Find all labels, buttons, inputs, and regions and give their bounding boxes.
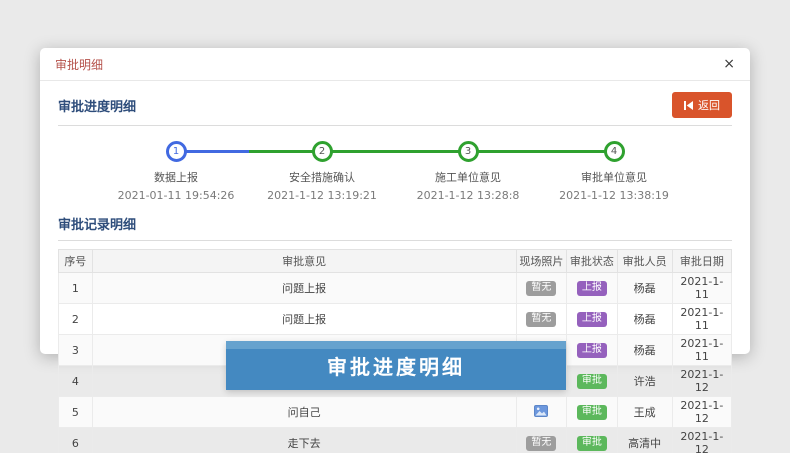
caption-banner-text: 审批进度明细 bbox=[327, 351, 465, 380]
photo-cell: 暂无 bbox=[516, 304, 566, 335]
status-cell: 上报 bbox=[567, 304, 617, 335]
row-number-cell: 2 bbox=[59, 304, 93, 335]
opinion-cell: 问题上报 bbox=[92, 304, 516, 335]
photo-none-badge: 暂无 bbox=[526, 281, 556, 296]
person-cell: 杨磊 bbox=[617, 335, 672, 366]
modal-body: 审批进度明细 返回 1 数据上报 2021-01-11 19:54:26 2 安全措施确… bbox=[40, 81, 750, 453]
timeline-step-label: 安全措施确认 bbox=[289, 169, 355, 185]
records-section-title: 审批记录明细 bbox=[58, 214, 136, 233]
opinion-cell: 问题上报 bbox=[92, 273, 516, 304]
person-cell: 王成 bbox=[617, 397, 672, 428]
timeline-connector bbox=[468, 150, 614, 153]
timeline-step-label: 数据上报 bbox=[154, 169, 198, 185]
caption-banner: 审批进度明细 bbox=[226, 341, 566, 390]
photo-thumbnail-icon[interactable] bbox=[534, 405, 548, 420]
progress-section-header: 审批进度明细 返回 bbox=[58, 88, 732, 126]
date-cell: 2021-1-12 bbox=[672, 366, 731, 397]
close-icon[interactable]: × bbox=[723, 57, 735, 71]
opinion-cell: 问自己 bbox=[92, 397, 516, 428]
table-row: 5问自己 审批王成2021-1-12 bbox=[59, 397, 732, 428]
status-cell: 审批 bbox=[567, 428, 617, 453]
records-section-header: 审批记录明细 bbox=[58, 210, 732, 241]
timeline-step-time: 2021-1-12 13:19:21 bbox=[267, 189, 377, 202]
status-cell: 上报 bbox=[567, 335, 617, 366]
photo-cell: 暂无 bbox=[516, 273, 566, 304]
records-header-row: 序号审批意见现场照片审批状态审批人员审批日期 bbox=[59, 250, 732, 273]
column-header: 审批人员 bbox=[617, 250, 672, 273]
status-badge: 审批 bbox=[577, 436, 607, 451]
modal-header: 审批明细 × bbox=[40, 48, 750, 81]
progress-section-title: 审批进度明细 bbox=[58, 96, 136, 115]
status-badge: 上报 bbox=[577, 312, 607, 327]
row-number-cell: 3 bbox=[59, 335, 93, 366]
photo-none-badge: 暂无 bbox=[526, 436, 556, 451]
timeline-step-number: 4 bbox=[604, 141, 625, 162]
table-row: 1问题上报暂无 上报杨磊2021-1-11 bbox=[59, 273, 732, 304]
column-header: 现场照片 bbox=[516, 250, 566, 273]
column-header: 审批状态 bbox=[567, 250, 617, 273]
row-number-cell: 5 bbox=[59, 397, 93, 428]
timeline-step-number: 1 bbox=[166, 141, 187, 162]
status-cell: 上报 bbox=[567, 273, 617, 304]
timeline: 1 数据上报 2021-01-11 19:54:26 2 安全措施确认 2021-1-12… bbox=[58, 126, 732, 208]
timeline-step-time: 2021-1-12 13:38:19 bbox=[559, 189, 669, 202]
date-cell: 2021-1-12 bbox=[672, 397, 731, 428]
status-badge: 审批 bbox=[577, 405, 607, 420]
timeline-step-time: 2021-01-11 19:54:26 bbox=[118, 189, 235, 202]
column-header: 序号 bbox=[59, 250, 93, 273]
photo-none-badge: 暂无 bbox=[526, 312, 556, 327]
column-header: 审批意见 bbox=[92, 250, 516, 273]
date-cell: 2021-1-11 bbox=[672, 304, 731, 335]
row-number-cell: 4 bbox=[59, 366, 93, 397]
modal-title: 审批明细 bbox=[55, 56, 103, 73]
row-number-cell: 1 bbox=[59, 273, 93, 304]
table-row: 2问题上报暂无 上报杨磊2021-1-11 bbox=[59, 304, 732, 335]
date-cell: 2021-1-11 bbox=[672, 273, 731, 304]
person-cell: 杨磊 bbox=[617, 273, 672, 304]
back-button[interactable]: 返回 bbox=[672, 92, 732, 118]
timeline-connector bbox=[322, 150, 468, 153]
status-badge: 上报 bbox=[577, 343, 607, 358]
photo-cell bbox=[516, 397, 566, 428]
table-row: 6走下去暂无 审批高清中2021-1-12 bbox=[59, 428, 732, 453]
timeline-step-label: 审批单位意见 bbox=[581, 169, 647, 185]
timeline-step-label: 施工单位意见 bbox=[435, 169, 501, 185]
timeline-step: 1 数据上报 2021-01-11 19:54:26 bbox=[103, 141, 249, 202]
date-cell: 2021-1-12 bbox=[672, 428, 731, 453]
approval-detail-modal: 审批明细 × 审批进度明细 返回 1 数据上报 2021-01-11 19:54:2… bbox=[40, 48, 750, 354]
timeline-step-number: 3 bbox=[458, 141, 479, 162]
status-badge: 上报 bbox=[577, 281, 607, 296]
photo-cell: 暂无 bbox=[516, 428, 566, 453]
status-cell: 审批 bbox=[567, 397, 617, 428]
status-badge: 审批 bbox=[577, 374, 607, 389]
records-section: 审批记录明细 序号审批意见现场照片审批状态审批人员审批日期 1问题上报暂无上报杨… bbox=[58, 210, 732, 453]
page-background: 审批明细 × 审批进度明细 返回 1 数据上报 2021-01-11 19:54:2… bbox=[0, 0, 790, 453]
person-cell: 杨磊 bbox=[617, 304, 672, 335]
person-cell: 高清中 bbox=[617, 428, 672, 453]
back-button-label: 返回 bbox=[698, 97, 720, 113]
timeline-step-number: 2 bbox=[312, 141, 333, 162]
person-cell: 许浩 bbox=[617, 366, 672, 397]
opinion-cell: 走下去 bbox=[92, 428, 516, 453]
status-cell: 审批 bbox=[567, 366, 617, 397]
date-cell: 2021-1-11 bbox=[672, 335, 731, 366]
step-backward-icon bbox=[684, 101, 693, 110]
timeline-step-time: 2021-1-12 13:28:8 bbox=[417, 189, 520, 202]
column-header: 审批日期 bbox=[672, 250, 731, 273]
timeline-connector bbox=[176, 150, 322, 153]
row-number-cell: 6 bbox=[59, 428, 93, 453]
